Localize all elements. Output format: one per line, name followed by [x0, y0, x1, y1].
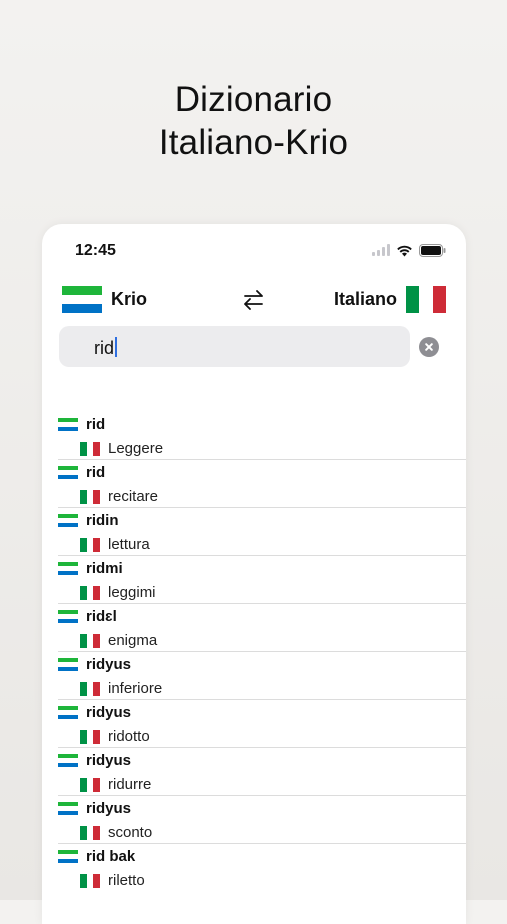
krio-entry: rid [58, 464, 105, 481]
krio-entry: ridmi [58, 560, 123, 577]
italian-word: enigma [108, 632, 158, 649]
krio-word: ridmi [86, 560, 123, 577]
krio-word: ridyus [86, 800, 132, 817]
list-item[interactable]: rid Leggere [58, 412, 466, 460]
italian-word: recitare [108, 488, 159, 505]
italy-flag-icon [80, 633, 101, 648]
sierra-leone-flag-icon [58, 513, 78, 528]
italy-flag-icon [80, 441, 101, 456]
krio-entry: ridyus [58, 752, 131, 769]
italian-entry: inferiore [80, 680, 162, 697]
italian-word: leggimi [108, 584, 156, 601]
krio-entry: rid [58, 416, 105, 433]
italy-flag-icon [80, 537, 101, 552]
italy-flag-icon [80, 825, 101, 840]
status-icons [372, 242, 446, 258]
italian-word: sconto [108, 824, 153, 841]
sierra-leone-flag-icon [58, 465, 78, 480]
krio-entry: ridin [58, 512, 119, 529]
search-input[interactable]: rid [59, 326, 410, 367]
krio-word: ridyus [86, 656, 132, 673]
krio-entry: ridyus [58, 704, 131, 721]
list-item[interactable]: ridyus inferiore [58, 652, 466, 700]
list-item[interactable]: ridyus ridotto [58, 700, 466, 748]
list-item[interactable]: ridin lettura [58, 508, 466, 556]
italian-word: inferiore [108, 680, 163, 697]
krio-entry: ridyus [58, 656, 131, 673]
italian-entry: Leggere [80, 440, 163, 457]
krio-word: ridin [86, 512, 119, 529]
italian-word: ridotto [108, 728, 150, 745]
list-item[interactable]: ridɛl enigma [58, 604, 466, 652]
italy-flag-icon [80, 873, 101, 888]
clear-search-icon[interactable] [419, 337, 439, 357]
source-language-button[interactable]: Krio [62, 286, 147, 313]
list-item[interactable]: rid bak riletto [58, 844, 466, 891]
krio-word: ridɛl [86, 608, 117, 625]
italy-flag-icon [80, 489, 101, 504]
list-item[interactable]: ridyus ridurre [58, 748, 466, 796]
italy-flag-icon [406, 286, 446, 313]
italian-word: lettura [108, 536, 150, 553]
italy-flag-icon [80, 585, 101, 600]
italian-word: riletto [108, 872, 145, 889]
italian-entry: riletto [80, 872, 145, 889]
krio-entry: ridyus [58, 800, 131, 817]
sierra-leone-flag-icon [58, 657, 78, 672]
sierra-leone-flag-icon [62, 286, 102, 313]
sierra-leone-flag-icon [58, 561, 78, 576]
status-bar: 12:45 [42, 224, 466, 274]
krio-word: rid bak [86, 848, 136, 865]
search-input-value: rid [94, 337, 118, 359]
sierra-leone-flag-icon [58, 417, 78, 432]
text-cursor [115, 337, 118, 357]
headline-line-2: Italiano-Krio [158, 123, 349, 162]
italy-flag-icon [80, 777, 101, 792]
italian-word: Leggere [108, 440, 164, 457]
target-language-button[interactable]: Italiano [334, 286, 446, 313]
italy-flag-icon [80, 729, 101, 744]
sierra-leone-flag-icon [58, 849, 78, 864]
krio-entry: ridɛl [58, 608, 117, 625]
krio-entry: rid bak [58, 848, 135, 865]
krio-word: rid [86, 464, 106, 481]
italian-word: ridurre [108, 776, 152, 793]
sierra-leone-flag-icon [58, 705, 78, 720]
italian-entry: leggimi [80, 584, 156, 601]
signal-icon [372, 244, 390, 256]
list-item[interactable]: ridmi leggimi [58, 556, 466, 604]
wifi-icon [397, 245, 412, 256]
status-time: 12:45 [75, 242, 116, 259]
battery-icon [419, 243, 446, 257]
italian-entry: sconto [80, 824, 152, 841]
headline-line-1: Dizionario [174, 80, 333, 119]
krio-word: ridyus [86, 704, 132, 721]
sierra-leone-flag-icon [58, 753, 78, 768]
results-list: rid Leggere rid recitare ridin lettura ridmi le… [42, 412, 466, 891]
list-item[interactable]: ridyus sconto [58, 796, 466, 844]
sierra-leone-flag-icon [58, 801, 78, 816]
italian-entry: lettura [80, 536, 150, 553]
italy-flag-icon [80, 681, 101, 696]
italian-entry: enigma [80, 632, 157, 649]
language-bar: Krio Italiano [42, 284, 466, 316]
italian-entry: ridurre [80, 776, 151, 793]
krio-word: ridyus [86, 752, 132, 769]
italian-entry: ridotto [80, 728, 150, 745]
source-language-label: Krio [111, 289, 147, 309]
krio-word: rid [86, 416, 106, 433]
list-item[interactable]: rid recitare [58, 460, 466, 508]
italian-entry: recitare [80, 488, 158, 505]
headline: Dizionario Italiano-Krio [0, 78, 507, 164]
sierra-leone-flag-icon [58, 609, 78, 624]
target-language-label: Italiano [333, 289, 397, 309]
swap-languages-icon[interactable] [241, 287, 267, 313]
phone-screen: 12:45 Krio Italiano rid rid Leggere rid … [42, 224, 466, 924]
